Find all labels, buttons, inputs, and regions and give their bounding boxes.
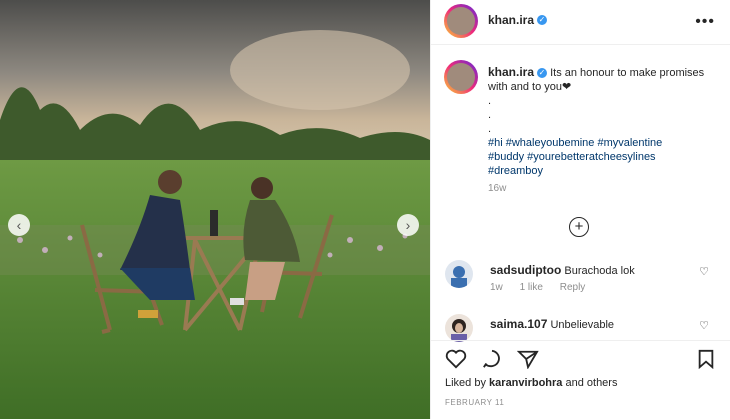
comment-username[interactable]: sadsudiptoo: [490, 263, 561, 277]
reply-button[interactable]: Reply: [560, 282, 586, 293]
verified-badge-icon: ✓: [537, 14, 548, 25]
bookmark-icon[interactable]: [696, 349, 716, 374]
caption-avatar[interactable]: [447, 63, 475, 91]
heart-icon[interactable]: [445, 349, 467, 374]
post-photo[interactable]: ‹ ›: [0, 0, 430, 419]
hashtags-line[interactable]: #dreamboy: [488, 164, 718, 178]
action-bar: Liked by karanvirbohra and others FEBRUA…: [431, 340, 730, 420]
paper-plane-icon[interactable]: [516, 349, 539, 374]
liked-by-user[interactable]: karanvirbohra: [489, 377, 562, 389]
hashtags-line[interactable]: #buddy #yourebetteratcheesylines: [488, 150, 718, 164]
caption-dot: .: [488, 123, 492, 135]
comment-time[interactable]: 1w: [490, 282, 503, 293]
comment-avatar[interactable]: [445, 314, 473, 342]
comment-avatar[interactable]: [445, 260, 473, 288]
post-date[interactable]: FEBRUARY 11: [445, 398, 504, 407]
hashtags-line[interactable]: #hi #whaleyoubemine #myvalentine: [488, 136, 718, 150]
verified-badge-icon: ✓: [537, 68, 548, 79]
post-details-panel: khan.ira ✓ ••• khan.ira ✓ Its an honour to…: [430, 0, 730, 419]
comment-like-icon[interactable]: ♡: [699, 319, 709, 332]
header-username[interactable]: khan.ira: [488, 13, 534, 27]
liked-by-others[interactable]: and others: [565, 377, 617, 389]
post-image: [0, 0, 430, 419]
post-header: khan.ira ✓ •••: [431, 0, 730, 45]
post-caption: khan.ira ✓ Its an honour to make promises…: [488, 65, 718, 196]
caption-username[interactable]: khan.ira: [488, 65, 534, 79]
previous-photo-button[interactable]: ‹: [8, 214, 30, 236]
avatar[interactable]: [447, 7, 475, 35]
comment-text: Burachoda lok: [564, 265, 635, 277]
caption-dot: .: [488, 95, 492, 107]
comment-like-icon[interactable]: ♡: [699, 265, 709, 278]
comment-username[interactable]: saima.107: [490, 317, 547, 331]
post-time[interactable]: 16w: [488, 182, 718, 196]
more-options-icon[interactable]: •••: [695, 13, 715, 31]
next-photo-button[interactable]: ›: [397, 214, 419, 236]
load-more-comments-icon[interactable]: +: [569, 217, 589, 237]
comment-likes[interactable]: 1 like: [520, 282, 543, 293]
liked-by-text: Liked by karanvirbohra and others: [445, 377, 617, 389]
comment-icon[interactable]: [481, 349, 503, 374]
caption-dot: .: [488, 109, 492, 121]
liked-by-prefix: Liked by: [445, 377, 486, 389]
comment-text: Unbelievable: [550, 319, 615, 331]
